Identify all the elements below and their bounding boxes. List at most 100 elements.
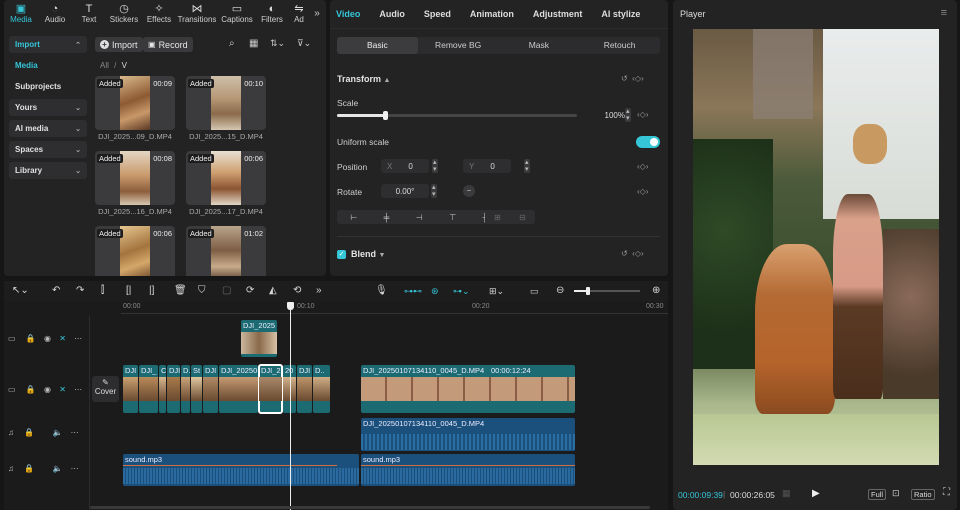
- media-item[interactable]: Added 00:06: [186, 151, 266, 205]
- keyframe-right-icon[interactable]: ›: [646, 162, 649, 171]
- lock-icon[interactable]: 🔒: [24, 464, 34, 473]
- tab-text[interactable]: T Text: [72, 0, 106, 30]
- reverse-icon[interactable]: ⟳: [246, 284, 254, 298]
- tab-adjust[interactable]: ⇋ Ad: [288, 0, 310, 30]
- redo-icon[interactable]: ↷: [76, 284, 84, 298]
- reset-icon[interactable]: ↺: [621, 74, 628, 83]
- more-icon[interactable]: ⋯: [71, 464, 79, 473]
- tab-transitions[interactable]: ⋈ Transitions: [176, 0, 218, 30]
- lock-icon[interactable]: 🔒: [26, 385, 36, 394]
- media-item[interactable]: Added 00:09: [95, 76, 175, 130]
- music-clip[interactable]: sound.mp3: [361, 454, 575, 486]
- zoom-slider-handle[interactable]: [586, 287, 590, 295]
- mirror-icon[interactable]: ◭: [269, 284, 277, 298]
- position-x-input[interactable]: X0: [381, 159, 429, 173]
- stepper-icon[interactable]: ▴ ▾: [625, 108, 631, 122]
- volume-icon[interactable]: 🔈: [52, 464, 62, 473]
- playhead-handle[interactable]: [287, 302, 294, 310]
- video-clip[interactable]: DJI_: [139, 365, 158, 413]
- undo-icon[interactable]: ↶: [52, 284, 60, 298]
- video-clip[interactable]: DJI_2: [258, 364, 283, 414]
- sort-icon[interactable]: ⇅⌄: [270, 38, 285, 49]
- full-button[interactable]: Full: [868, 489, 887, 500]
- auto-snap-icon[interactable]: ⊛: [431, 284, 439, 298]
- subtab-mask[interactable]: Mask: [499, 37, 580, 54]
- subtab-basic[interactable]: Basic: [337, 37, 418, 54]
- sidebar-item-library[interactable]: Library ⌄: [9, 162, 87, 179]
- mute-icon[interactable]: ✕: [59, 385, 66, 394]
- align-right-icon[interactable]: ⊣: [416, 213, 423, 222]
- mute-icon[interactable]: ✕: [59, 334, 66, 343]
- media-item[interactable]: Added 00:06: [95, 226, 175, 276]
- tab-captions[interactable]: ▭ Captions: [218, 0, 256, 30]
- tab-media[interactable]: ▣ Media: [4, 0, 38, 30]
- lock-icon[interactable]: 🔒: [26, 334, 36, 343]
- align-top-icon[interactable]: ⊤: [449, 213, 456, 222]
- more-icon[interactable]: ⋯: [74, 385, 82, 394]
- grid-overlay-icon[interactable]: ▦: [782, 488, 791, 499]
- video-clip[interactable]: DJI: [167, 365, 180, 413]
- search-icon[interactable]: ⌕: [229, 38, 235, 49]
- video-clip-long[interactable]: DJI_20250107134110_0045_D.MP4 00:00:12:24: [361, 365, 575, 413]
- sidebar-item-ai-media[interactable]: AI media ⌄: [9, 120, 87, 137]
- breadcrumb-all[interactable]: All: [100, 61, 109, 70]
- microphone-icon[interactable]: 🎙: [375, 284, 388, 298]
- sidebar-item-spaces[interactable]: Spaces ⌄: [9, 141, 87, 158]
- stepper-icon[interactable]: ▴ ▾: [431, 184, 437, 198]
- zoom-slider[interactable]: [574, 287, 640, 295]
- tab-video[interactable]: Video: [336, 9, 360, 19]
- split-icon[interactable]: ⫿: [101, 284, 104, 298]
- cover-button[interactable]: ✎ Cover: [92, 376, 119, 402]
- preview-axis-icon[interactable]: ⊞⌄: [489, 284, 504, 298]
- blend-checkbox[interactable]: ✓: [337, 250, 346, 259]
- uniform-scale-toggle[interactable]: [636, 136, 660, 148]
- split-left-icon[interactable]: [|: [126, 284, 131, 298]
- sidebar-item-subprojects[interactable]: Subprojects: [9, 78, 87, 95]
- position-y-input[interactable]: Y0: [463, 159, 511, 173]
- video-clip[interactable]: DJI: [123, 365, 138, 413]
- select-cursor-icon[interactable]: ↖⌄: [12, 284, 29, 298]
- keyframe-right-icon[interactable]: ›: [646, 187, 649, 196]
- tab-effects[interactable]: ✧ Effects: [142, 0, 176, 30]
- menu-icon[interactable]: ≡: [941, 7, 947, 19]
- stepper-icon[interactable]: ▴ ▾: [524, 159, 530, 173]
- keyframe-right-icon[interactable]: ›: [641, 74, 644, 83]
- zoom-out-icon[interactable]: ⊖: [556, 284, 564, 298]
- keyframe-right-icon[interactable]: ›: [646, 110, 649, 119]
- more-icon[interactable]: ⋯: [71, 428, 79, 437]
- timeline-scrollbar[interactable]: [90, 506, 650, 509]
- grid-view-icon[interactable]: ▦: [249, 38, 258, 49]
- sidebar-item-yours[interactable]: Yours ⌄: [9, 99, 87, 116]
- split-right-icon[interactable]: |]: [149, 284, 154, 298]
- record-button[interactable]: ▣ Record: [143, 37, 193, 52]
- video-clip[interactable]: DJI_20250: [219, 365, 258, 413]
- volume-icon[interactable]: 🔈: [52, 428, 62, 437]
- lock-icon[interactable]: 🔒: [24, 428, 34, 437]
- media-item[interactable]: Added 01:02: [186, 226, 266, 276]
- video-clip[interactable]: St: [191, 365, 202, 413]
- more-tabs-button[interactable]: »: [310, 0, 324, 30]
- media-item[interactable]: Added 00:10: [186, 76, 266, 130]
- tab-audio-props[interactable]: Audio: [379, 9, 405, 19]
- reset-icon[interactable]: ↺: [621, 249, 628, 258]
- align-center-h-icon[interactable]: ╪: [384, 213, 390, 222]
- zoom-in-icon[interactable]: ⊕: [652, 284, 660, 298]
- crop-icon[interactable]: ⊡: [892, 488, 900, 499]
- video-clip[interactable]: DJI: [297, 365, 312, 413]
- stepper-icon[interactable]: ▴ ▾: [432, 159, 438, 173]
- delete-icon[interactable]: 🗑: [174, 284, 187, 298]
- play-icon[interactable]: ▶: [812, 488, 820, 499]
- video-clip[interactable]: D..: [313, 365, 330, 413]
- flip-vertical-icon[interactable]: ⊟: [519, 213, 526, 222]
- subtab-retouch[interactable]: Retouch: [579, 37, 660, 54]
- rotate-dial-icon[interactable]: –: [463, 185, 475, 197]
- video-clip[interactable]: D.: [181, 365, 190, 413]
- align-left-icon[interactable]: ⊢: [350, 213, 357, 222]
- mark-icon[interactable]: ⛉: [198, 284, 206, 298]
- freeze-icon[interactable]: ▢: [222, 284, 231, 298]
- keyframe-right-icon[interactable]: ›: [641, 249, 644, 258]
- tab-speed[interactable]: Speed: [424, 9, 451, 19]
- main-track-magnet-icon[interactable]: ⊶⊷: [404, 284, 422, 298]
- music-clip[interactable]: sound.mp3: [123, 454, 359, 486]
- tab-animation[interactable]: Animation: [470, 9, 514, 19]
